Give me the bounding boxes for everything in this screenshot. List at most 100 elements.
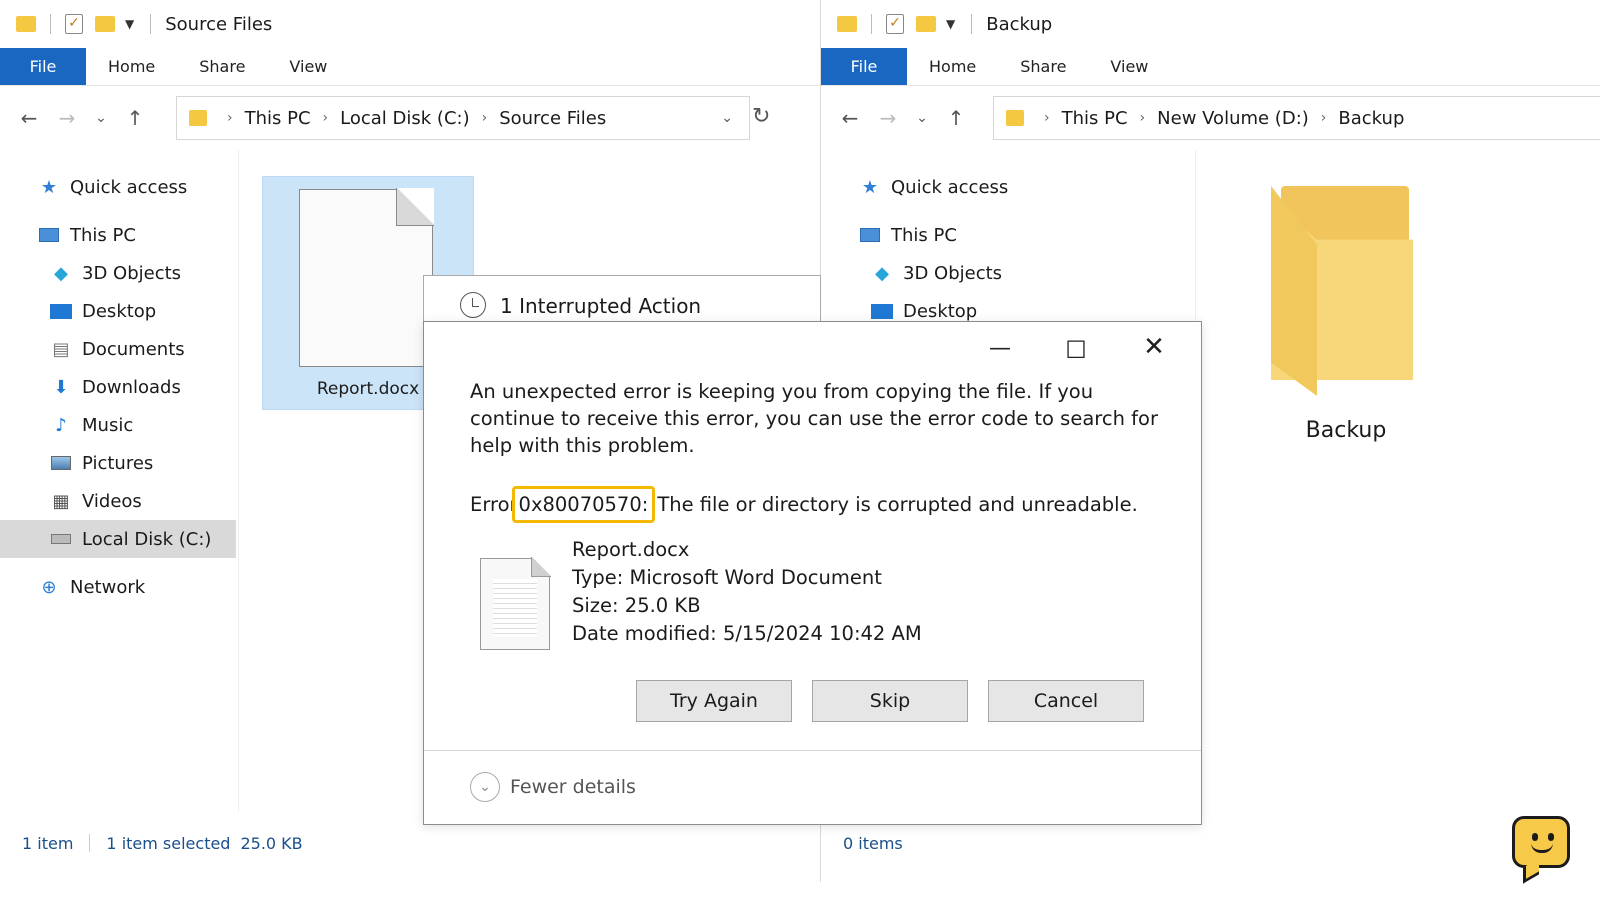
- folder-item-backup[interactable]: [1271, 186, 1421, 398]
- try-again-button[interactable]: Try Again: [636, 680, 792, 722]
- breadcrumb-new-volume[interactable]: New Volume (D:): [1157, 108, 1309, 129]
- sidebar-item-label: Quick access: [891, 176, 1009, 198]
- breadcrumb-this-pc[interactable]: This PC: [245, 108, 311, 129]
- sidebar-item-label: Quick access: [70, 176, 188, 198]
- sidebar-item-quick-access[interactable]: ★ Quick access: [821, 168, 1057, 206]
- sidebar-item-label: 3D Objects: [903, 262, 1003, 284]
- recent-locations-chevron-icon[interactable]: ⌄: [86, 110, 116, 126]
- sidebar-item-3d-objects[interactable]: ◆ 3D Objects: [821, 254, 1057, 292]
- smiley-chat-icon[interactable]: [1512, 816, 1570, 884]
- sidebar-item-3d-objects[interactable]: ◆ 3D Objects: [0, 254, 236, 292]
- sidebar-item-label: Music: [82, 414, 134, 436]
- tab-view[interactable]: View: [267, 48, 349, 85]
- sidebar-item-this-pc[interactable]: This PC: [821, 216, 1057, 254]
- sidebar-item-pictures[interactable]: Pictures: [0, 444, 236, 482]
- window-title: Backup: [986, 13, 1053, 35]
- sidebar-item-label: Videos: [82, 490, 142, 512]
- star-icon: ★: [861, 176, 879, 198]
- sidebar-item-network[interactable]: ⊕ Network: [0, 568, 236, 606]
- sidebar-item-label: Network: [70, 576, 146, 598]
- sidebar-item-local-disk[interactable]: Local Disk (C:): [0, 520, 236, 558]
- sidebar-item-label: This PC: [70, 224, 136, 246]
- error-prefix: Error: [470, 493, 518, 516]
- selected-size: 25.0 KB: [240, 833, 303, 853]
- customize-toolbar-icon[interactable]: ▼: [125, 17, 134, 31]
- chevron-right-icon: ›: [322, 110, 329, 126]
- sidebar-item-documents[interactable]: ▤ Documents: [0, 330, 236, 368]
- sidebar-item-desktop[interactable]: Desktop: [0, 292, 236, 330]
- documents-icon: ▤: [52, 338, 70, 360]
- interrupted-action-title: 1 Interrupted Action: [500, 294, 702, 318]
- maximize-icon[interactable]: ☐: [1056, 336, 1096, 364]
- address-bar[interactable]: › This PC › New Volume (D:) › Backup: [993, 96, 1600, 140]
- up-arrow-icon[interactable]: ↑: [937, 106, 975, 130]
- sidebar-item-label: This PC: [891, 224, 957, 246]
- properties-icon[interactable]: ✓: [65, 14, 85, 34]
- tab-share[interactable]: Share: [998, 48, 1088, 85]
- breadcrumb-source-files[interactable]: Source Files: [499, 108, 606, 129]
- folder-icon: [837, 14, 857, 34]
- cancel-button[interactable]: Cancel: [988, 680, 1144, 722]
- new-folder-icon[interactable]: [95, 14, 115, 34]
- fewer-details-label: Fewer details: [510, 776, 636, 798]
- forward-arrow-icon[interactable]: →: [48, 106, 86, 130]
- desktop-icon: [871, 301, 893, 321]
- sidebar-item-music[interactable]: ♪ Music: [0, 406, 236, 444]
- computer-icon: [38, 225, 60, 245]
- error-line: Error 0x80070570: The file or directory …: [470, 486, 1138, 523]
- tab-view[interactable]: View: [1088, 48, 1170, 85]
- chevron-right-icon: ›: [1139, 110, 1146, 126]
- chevron-right-icon: ›: [227, 110, 233, 126]
- selected-count: 1 item selected: [106, 833, 231, 853]
- document-icon: [299, 188, 434, 367]
- back-arrow-icon[interactable]: ←: [10, 106, 48, 130]
- forward-arrow-icon[interactable]: →: [869, 106, 907, 130]
- navigation-bar: ← → ⌄ ↑ › This PC › New Volume (D:) › Ba…: [821, 96, 1600, 140]
- folder-icon: [16, 14, 36, 34]
- tab-file[interactable]: File: [821, 48, 907, 85]
- tab-home[interactable]: Home: [907, 48, 998, 85]
- breadcrumb-this-pc[interactable]: This PC: [1062, 108, 1128, 129]
- sidebar-item-this-pc[interactable]: This PC: [0, 216, 236, 254]
- file-details: Report.docx Type: Microsoft Word Documen…: [572, 536, 922, 648]
- close-icon[interactable]: ✕: [1134, 332, 1174, 362]
- sidebar-item-label: Desktop: [903, 300, 978, 322]
- new-folder-icon[interactable]: [916, 14, 936, 34]
- sidebar-item-downloads[interactable]: ⬇ Downloads: [0, 368, 236, 406]
- breadcrumb-local-disk[interactable]: Local Disk (C:): [340, 108, 469, 129]
- film-icon: ▦: [52, 490, 70, 512]
- status-bar: 0 items: [821, 828, 1600, 858]
- navigation-bar: ← → ⌄ ↑ › This PC › Local Disk (C:) › So…: [0, 96, 820, 140]
- breadcrumb-backup[interactable]: Backup: [1338, 108, 1404, 129]
- sidebar-item-label: Documents: [82, 338, 185, 360]
- chevron-down-icon[interactable]: ⌄: [721, 110, 733, 126]
- customize-toolbar-icon[interactable]: ▼: [946, 17, 955, 31]
- properties-icon[interactable]: ✓: [886, 14, 906, 34]
- sidebar-item-videos[interactable]: ▦ Videos: [0, 482, 236, 520]
- tab-home[interactable]: Home: [86, 48, 177, 85]
- refresh-icon[interactable]: ↻: [752, 104, 770, 129]
- error-description: The file or directory is corrupted and u…: [657, 493, 1138, 516]
- minimize-icon[interactable]: —: [980, 336, 1020, 361]
- up-arrow-icon[interactable]: ↑: [116, 106, 154, 130]
- address-bar[interactable]: › This PC › Local Disk (C:) › Source Fil…: [176, 96, 750, 140]
- recent-locations-chevron-icon[interactable]: ⌄: [907, 110, 937, 126]
- detail-file-size: Size: 25.0 KB: [572, 594, 701, 617]
- back-arrow-icon[interactable]: ←: [831, 106, 869, 130]
- tab-share[interactable]: Share: [177, 48, 267, 85]
- sidebar-item-quick-access[interactable]: ★ Quick access: [0, 168, 236, 206]
- skip-button[interactable]: Skip: [812, 680, 968, 722]
- star-icon: ★: [40, 176, 58, 198]
- tab-file[interactable]: File: [0, 48, 86, 85]
- drive-icon: [50, 529, 72, 549]
- pictures-icon: [50, 453, 72, 473]
- title-bar: ✓ ▼ Source Files: [0, 0, 820, 48]
- fewer-details-toggle[interactable]: ⌄ Fewer details: [470, 772, 636, 802]
- sidebar-item-label: Downloads: [82, 376, 181, 398]
- sidebar-item-label: Desktop: [82, 300, 157, 322]
- copy-error-dialog: — ☐ ✕ An unexpected error is keeping you…: [423, 321, 1202, 825]
- chevron-right-icon: ›: [481, 110, 488, 126]
- window-title: Source Files: [165, 13, 273, 35]
- folder-icon: [1006, 110, 1024, 126]
- download-arrow-icon: ⬇: [53, 376, 69, 398]
